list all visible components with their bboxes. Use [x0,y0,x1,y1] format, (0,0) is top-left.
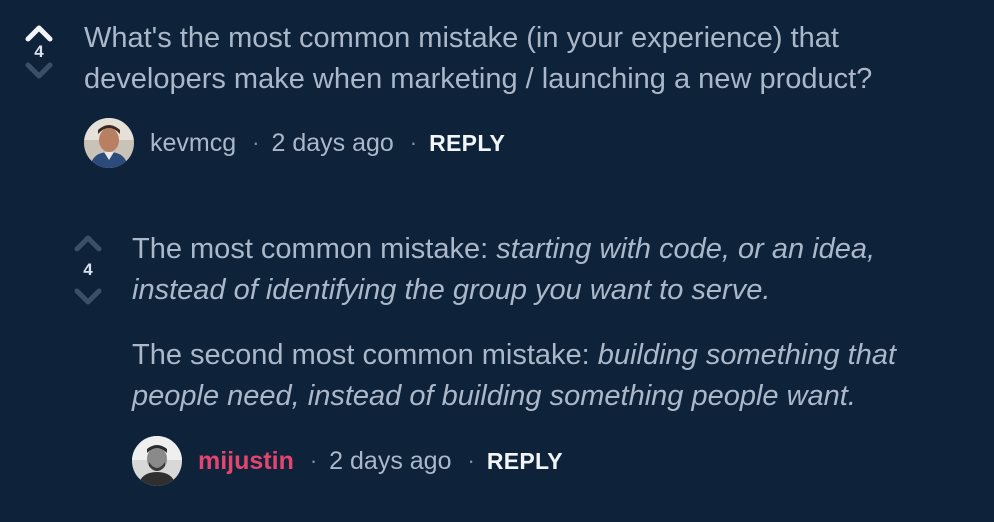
answer-paragraph: The second most common mistake: building… [132,335,962,417]
question-comment: 4 What's the most common mistake (in you… [0,0,994,200]
meta-separator: · [467,448,475,473]
question-author-link[interactable]: kevmcg [150,129,236,158]
answer-vote-column: 4 [71,234,105,306]
answer-paragraph: The most common mistake: starting with c… [132,229,962,311]
answer-vote-count: 4 [83,260,93,279]
question-vote-count: 4 [34,42,44,61]
answer-paragraph-plain: The most common mistake: [132,233,497,265]
question-reply-button[interactable]: REPLY [429,130,505,157]
upvote-icon[interactable] [25,24,53,42]
answer-paragraph-plain: The second most common mistake: [132,339,598,371]
question-vote-column: 4 [22,24,56,80]
avatar[interactable] [132,436,182,486]
avatar[interactable] [84,118,134,168]
answer-reply-button[interactable]: REPLY [487,448,563,475]
meta-separator: · [252,130,260,155]
meta-separator: · [309,448,318,473]
answer-timestamp: 2 days ago [329,446,452,475]
downvote-icon[interactable] [74,288,102,306]
answer-meta: mijustin · 2 days ago · REPLY [132,436,563,486]
question-timestamp: 2 days ago [271,128,394,157]
meta-separator: · [409,130,418,155]
upvote-icon[interactable] [74,234,102,252]
question-meta: kevmcg · 2 days ago · REPLY [84,118,505,168]
downvote-icon[interactable] [25,62,53,80]
question-text: What's the most common mistake (in your … [84,22,873,95]
answer-author-link[interactable]: mijustin [198,447,294,476]
answer-comment: 4 The most common mistake: starting with… [0,200,994,522]
answer-body: The most common mistake: starting with c… [132,229,962,417]
